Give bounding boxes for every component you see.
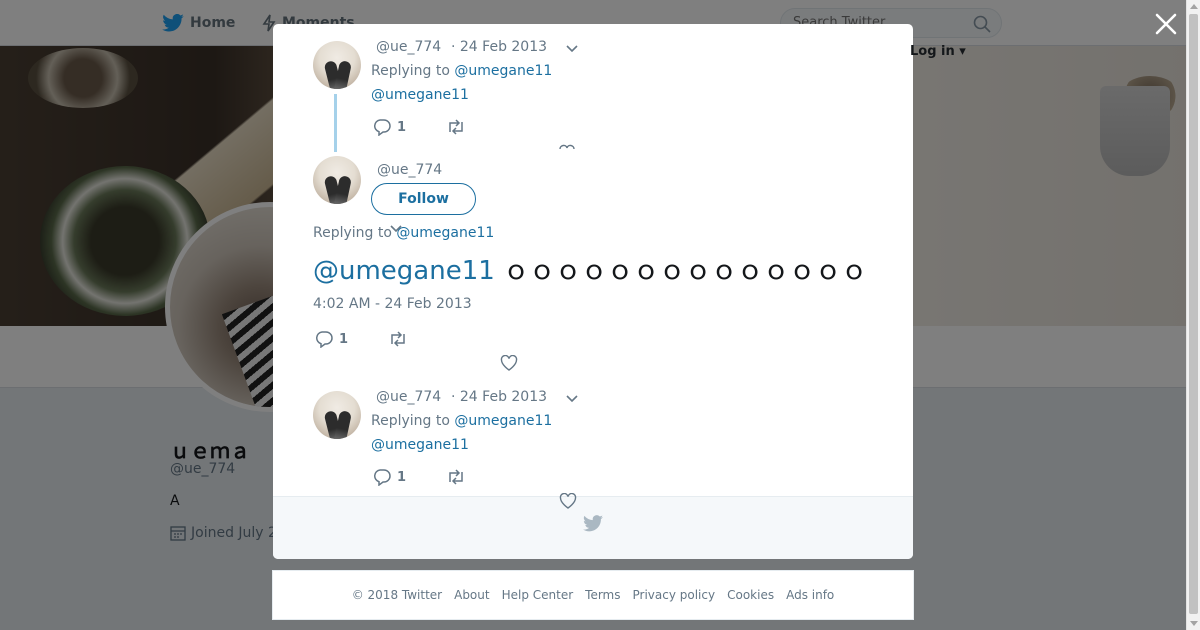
reply-count: 1 bbox=[339, 331, 349, 347]
footer-link-terms[interactable]: Terms bbox=[585, 588, 620, 602]
reply-to-link[interactable]: @umegane11 bbox=[454, 63, 552, 79]
retweet-button[interactable] bbox=[446, 469, 466, 485]
reply-icon bbox=[373, 119, 391, 136]
like-icon[interactable] bbox=[500, 355, 518, 371]
footer-link-ads-info[interactable]: Ads info bbox=[786, 588, 834, 602]
chevron-down-icon[interactable] bbox=[565, 41, 579, 55]
reply-icon bbox=[373, 469, 391, 486]
replying-to: Replying to @umegane11 bbox=[371, 413, 552, 429]
page-scrollbar[interactable] bbox=[1186, 0, 1200, 630]
follow-button[interactable]: Follow bbox=[371, 183, 476, 215]
login-menu[interactable]: Log in ▾ bbox=[910, 44, 966, 59]
retweet-icon bbox=[449, 469, 463, 485]
scroll-up-arrow-icon[interactable] bbox=[1190, 4, 1198, 9]
tweet-handle[interactable]: @ue_774 bbox=[376, 389, 441, 405]
reply-to-link[interactable]: @umegane11 bbox=[396, 225, 494, 241]
like-icon[interactable] bbox=[559, 493, 577, 509]
login-label: Log in bbox=[910, 44, 955, 59]
tweet-modal: @ue_774 · 24 Feb 2013 Replying to @umega… bbox=[273, 24, 913, 559]
avatar[interactable] bbox=[313, 156, 361, 204]
footer-link-help-center[interactable]: Help Center bbox=[502, 588, 574, 602]
scroll-down-arrow-icon[interactable] bbox=[1190, 621, 1198, 626]
footer-copyright: © 2018 Twitter bbox=[351, 588, 443, 602]
footer-link-about[interactable]: About bbox=[454, 588, 489, 602]
thread-connector bbox=[334, 94, 337, 152]
reply-button[interactable]: 1 bbox=[373, 118, 406, 136]
replying-to: Replying to @umegane11 bbox=[371, 63, 552, 79]
tweet-actions: 1 bbox=[373, 468, 466, 486]
tweet-mention-link[interactable]: @umegane11 bbox=[313, 256, 495, 286]
replying-to-label: Replying to bbox=[313, 225, 392, 241]
tweet-handle[interactable]: @ue_774 bbox=[376, 39, 441, 55]
avatar[interactable] bbox=[313, 391, 361, 439]
reply-to-link[interactable]: @umegane11 bbox=[454, 413, 552, 429]
chevron-down-icon[interactable] bbox=[565, 391, 579, 405]
avatar[interactable] bbox=[313, 41, 361, 89]
like-icon[interactable] bbox=[559, 142, 575, 150]
tweet-date[interactable]: · 24 Feb 2013 bbox=[451, 39, 547, 55]
replying-to: Replying to @umegane11 bbox=[313, 225, 494, 241]
footer-link-privacy[interactable]: Privacy policy bbox=[633, 588, 716, 602]
tweet-date[interactable]: · 24 Feb 2013 bbox=[451, 389, 547, 405]
modal-footer bbox=[273, 496, 913, 559]
retweet-button[interactable] bbox=[446, 119, 466, 135]
tweet-body: @umegane11 ｏｏｏｏｏｏｏｏｏｏｏｏｏｏ bbox=[313, 250, 867, 287]
tweet-timestamp[interactable]: 4:02 AM - 24 Feb 2013 bbox=[313, 296, 472, 312]
footer-link-cookies[interactable]: Cookies bbox=[727, 588, 774, 602]
scroll-thumb[interactable] bbox=[1189, 14, 1198, 614]
reply-icon bbox=[315, 331, 333, 348]
reply-count: 1 bbox=[397, 469, 407, 485]
tweet-text-mention[interactable]: @umegane11 bbox=[371, 437, 469, 453]
reply-count: 1 bbox=[397, 119, 407, 135]
twitter-bird-icon bbox=[583, 515, 603, 532]
close-icon[interactable] bbox=[1154, 12, 1178, 36]
replying-to-label: Replying to bbox=[371, 413, 450, 429]
tweet-handle[interactable]: @ue_774 bbox=[377, 162, 442, 178]
tweet-text-mention[interactable]: @umegane11 bbox=[371, 87, 469, 103]
retweet-icon bbox=[391, 331, 405, 347]
retweet-icon bbox=[449, 119, 463, 135]
tweet-actions: 1 bbox=[315, 330, 408, 348]
reply-button[interactable]: 1 bbox=[373, 468, 406, 486]
reply-button[interactable]: 1 bbox=[315, 330, 348, 348]
site-footer: © 2018 Twitter About Help Center Terms P… bbox=[272, 570, 914, 620]
tweet-actions: 1 bbox=[373, 118, 466, 136]
tweet-body-text: ｏｏｏｏｏｏｏｏｏｏｏｏｏｏ bbox=[503, 256, 868, 286]
retweet-button[interactable] bbox=[388, 331, 408, 347]
replying-to-label: Replying to bbox=[371, 63, 450, 79]
